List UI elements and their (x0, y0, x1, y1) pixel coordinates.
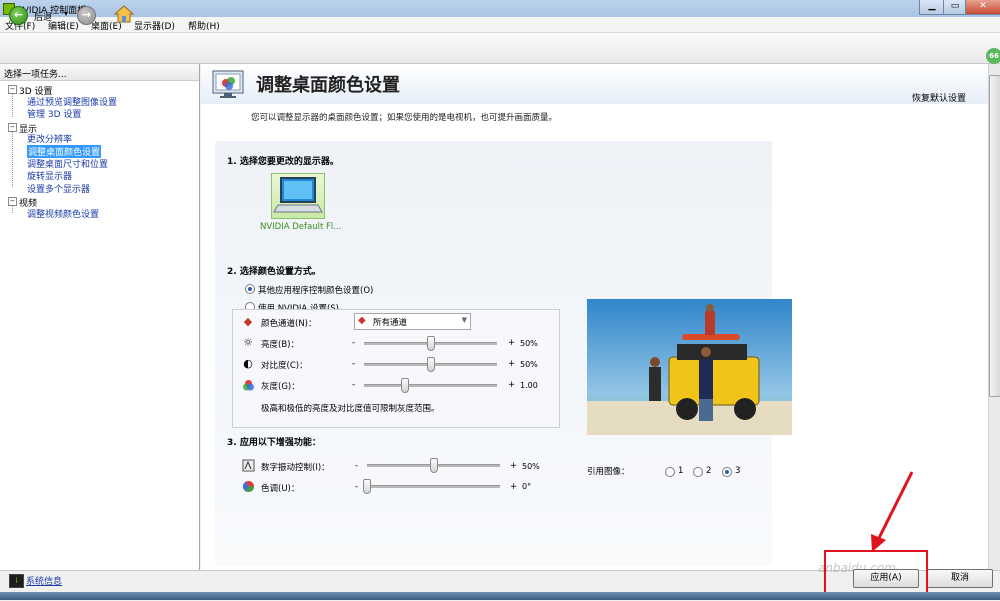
brightness-minus: - (352, 338, 356, 348)
vibrance-plus: + (510, 461, 518, 471)
tree-item-change-resolution[interactable]: 更改分辨率 (27, 132, 72, 145)
back-arrow-icon[interactable]: ← (9, 6, 28, 25)
vibrance-minus: - (355, 461, 359, 471)
gamma-label: 灰度(G)： (261, 382, 300, 392)
ref-image-radio-1[interactable] (665, 467, 675, 477)
vibrance-value: 50% (522, 462, 540, 471)
forward-arrow-icon[interactable]: → (77, 6, 96, 25)
system-info-icon[interactable]: i (9, 574, 24, 588)
home-icon[interactable] (114, 4, 134, 24)
expand-video-icon[interactable]: − (8, 197, 17, 206)
page-description: 您可以调整显示器的桌面颜色设置；如果您使用的是电视机，也可提升画面质量。 (251, 113, 558, 123)
brightness-label: 亮度(B)： (261, 340, 299, 350)
hue-label: 色调(U)： (261, 484, 300, 494)
scrollbar-thumb[interactable] (989, 75, 1000, 397)
gamma-slider-thumb[interactable] (401, 378, 410, 393)
channel-select[interactable]: ◆ 所有通道 ▼ (354, 313, 471, 330)
menu-display[interactable]: 显示器(D) (134, 19, 175, 32)
expand-display-icon[interactable]: − (8, 123, 17, 132)
brightness-slider-thumb[interactable] (426, 336, 435, 351)
channel-label: 颜色通道(N)： (261, 319, 317, 329)
contrast-slider-thumb[interactable] (426, 357, 435, 372)
brightness-value: 50% (520, 339, 538, 348)
system-info-link[interactable]: 系统信息 (26, 574, 62, 587)
menu-help[interactable]: 帮助(H) (188, 19, 220, 32)
gamma-value: 1.00 (520, 381, 538, 390)
contrast-value: 50% (520, 360, 538, 369)
channel-color-icon: ◆ (358, 315, 366, 326)
gamma-icon (243, 380, 254, 391)
annotation-highlight-box (824, 550, 928, 594)
monitor-icon (273, 177, 323, 213)
menu-edit[interactable]: 编辑(E) (48, 19, 79, 32)
ref-image-radio-2[interactable] (693, 467, 703, 477)
hue-slider-track[interactable] (367, 485, 500, 488)
gamma-minus: - (352, 380, 356, 390)
menu-bar: 文件(F) 编辑(E) 桌面(E) 显示器(D) 帮助(H) (0, 17, 1000, 33)
contrast-minus: - (352, 359, 356, 369)
ref-image-radio-2-label[interactable]: 2 (706, 466, 711, 476)
radio-app-controls[interactable] (245, 284, 255, 294)
section2-title: 2. 选择颜色设置方式。 (227, 267, 321, 277)
os-taskbar (0, 592, 1000, 600)
hue-value: 0° (522, 482, 532, 491)
display-color-icon (212, 70, 244, 98)
gamma-plus: + (508, 380, 516, 390)
contrast-icon: ◐ (243, 357, 253, 370)
minimize-button[interactable]: ▁ (919, 0, 945, 15)
ref-image-radio-3[interactable] (722, 467, 732, 477)
title-bar: NVIDIA 控制面板 (0, 0, 1000, 17)
hue-minus: - (355, 482, 359, 492)
color-channel-icon: ◆ (243, 315, 253, 328)
radio-app-controls-label[interactable]: 其他应用程序控制颜色设置(O) (258, 284, 373, 296)
section1-title: 1. 选择您要更改的显示器。 (227, 157, 339, 167)
vibrance-slider-thumb[interactable] (429, 458, 438, 473)
contrast-plus: + (508, 359, 516, 369)
section3-title: 3. 应用以下增强功能： (227, 438, 321, 448)
brightness-icon: ☼ (243, 336, 253, 349)
chevron-down-icon: ▼ (461, 316, 467, 324)
cancel-button[interactable]: 取消 (927, 569, 993, 588)
digital-vibrance-icon (242, 459, 255, 472)
range-note: 极高和极低的亮度及对比度值可限制灰度范围。 (261, 404, 440, 414)
annotation-arrow (871, 471, 914, 552)
toolbar (0, 33, 1000, 64)
ref-image-radio-3-label[interactable]: 3 (735, 466, 740, 476)
tree-item-multiple-displays[interactable]: 设置多个显示器 (27, 182, 90, 195)
reference-image-label: 引用图像： (587, 467, 630, 477)
gamma-slider-track[interactable] (364, 384, 497, 387)
reference-photo (587, 299, 792, 435)
counter-badge: 66 (986, 48, 1000, 64)
ref-image-radio-1-label[interactable]: 1 (678, 466, 683, 476)
hue-plus: + (510, 482, 518, 492)
monitor-tile[interactable] (271, 173, 325, 219)
hue-slider-thumb[interactable] (363, 479, 371, 494)
brightness-plus: + (508, 338, 516, 348)
task-pane-header: 选择一项任务... (0, 64, 199, 81)
back-button-label[interactable]: 后退 (34, 10, 52, 23)
monitor-label[interactable]: NVIDIA Default Fl... (260, 222, 341, 232)
hue-icon (243, 481, 254, 492)
contrast-label: 对比度(C)： (261, 361, 308, 371)
maximize-button[interactable]: ▭ (943, 0, 967, 15)
tree-item-rotate-display[interactable]: 旋转显示器 (27, 169, 72, 182)
back-dropdown-icon[interactable]: ▾ (64, 9, 68, 18)
vibrance-label: 数字振动控制(I)： (261, 463, 330, 473)
expand-3d-icon[interactable]: − (8, 85, 17, 94)
tree-item-manage-3d[interactable]: 管理 3D 设置 (27, 107, 81, 120)
restore-defaults-link[interactable]: 恢复默认设置 (912, 91, 966, 104)
close-button[interactable]: ✕ (965, 0, 1000, 15)
page-title: 调整桌面颜色设置 (256, 75, 400, 96)
tree-item-video-color[interactable]: 调整视频颜色设置 (27, 207, 99, 220)
